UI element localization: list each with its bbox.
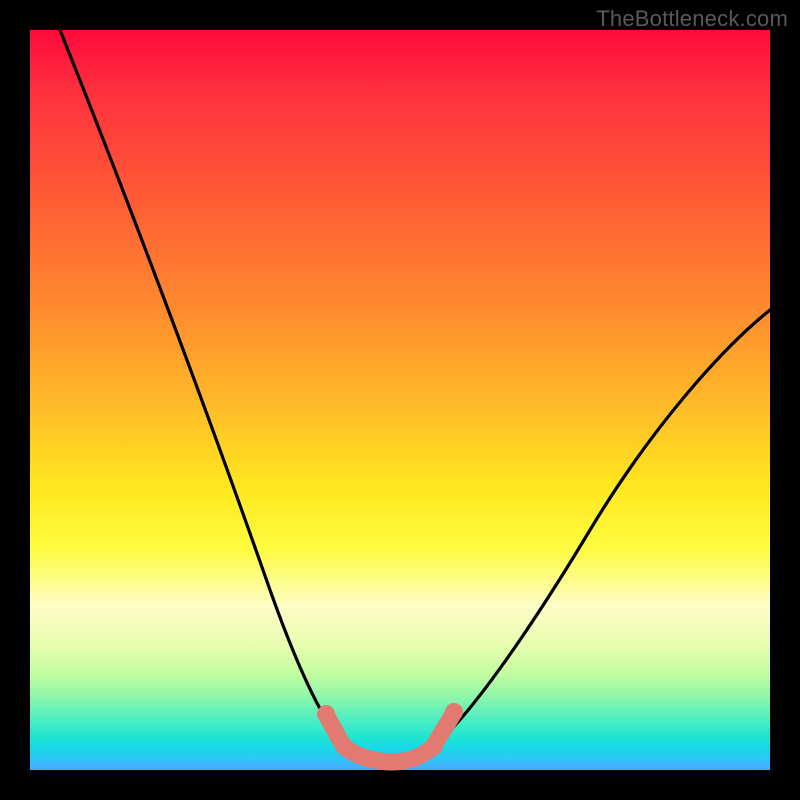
- marker-dot-right-top: [445, 703, 463, 721]
- watermark-text: TheBottleneck.com: [596, 6, 788, 32]
- flat-minimum-highlight: [346, 748, 432, 762]
- bottleneck-chart: [30, 30, 770, 770]
- bottleneck-curve-path: [60, 30, 770, 760]
- marker-dot-left-top: [317, 705, 335, 723]
- plot-area: [30, 30, 770, 770]
- marker-tick-right: [436, 716, 452, 742]
- marker-dot-left-bottom: [335, 737, 353, 755]
- marker-dot-right-bottom: [425, 737, 443, 755]
- outer-frame: TheBottleneck.com: [0, 0, 800, 800]
